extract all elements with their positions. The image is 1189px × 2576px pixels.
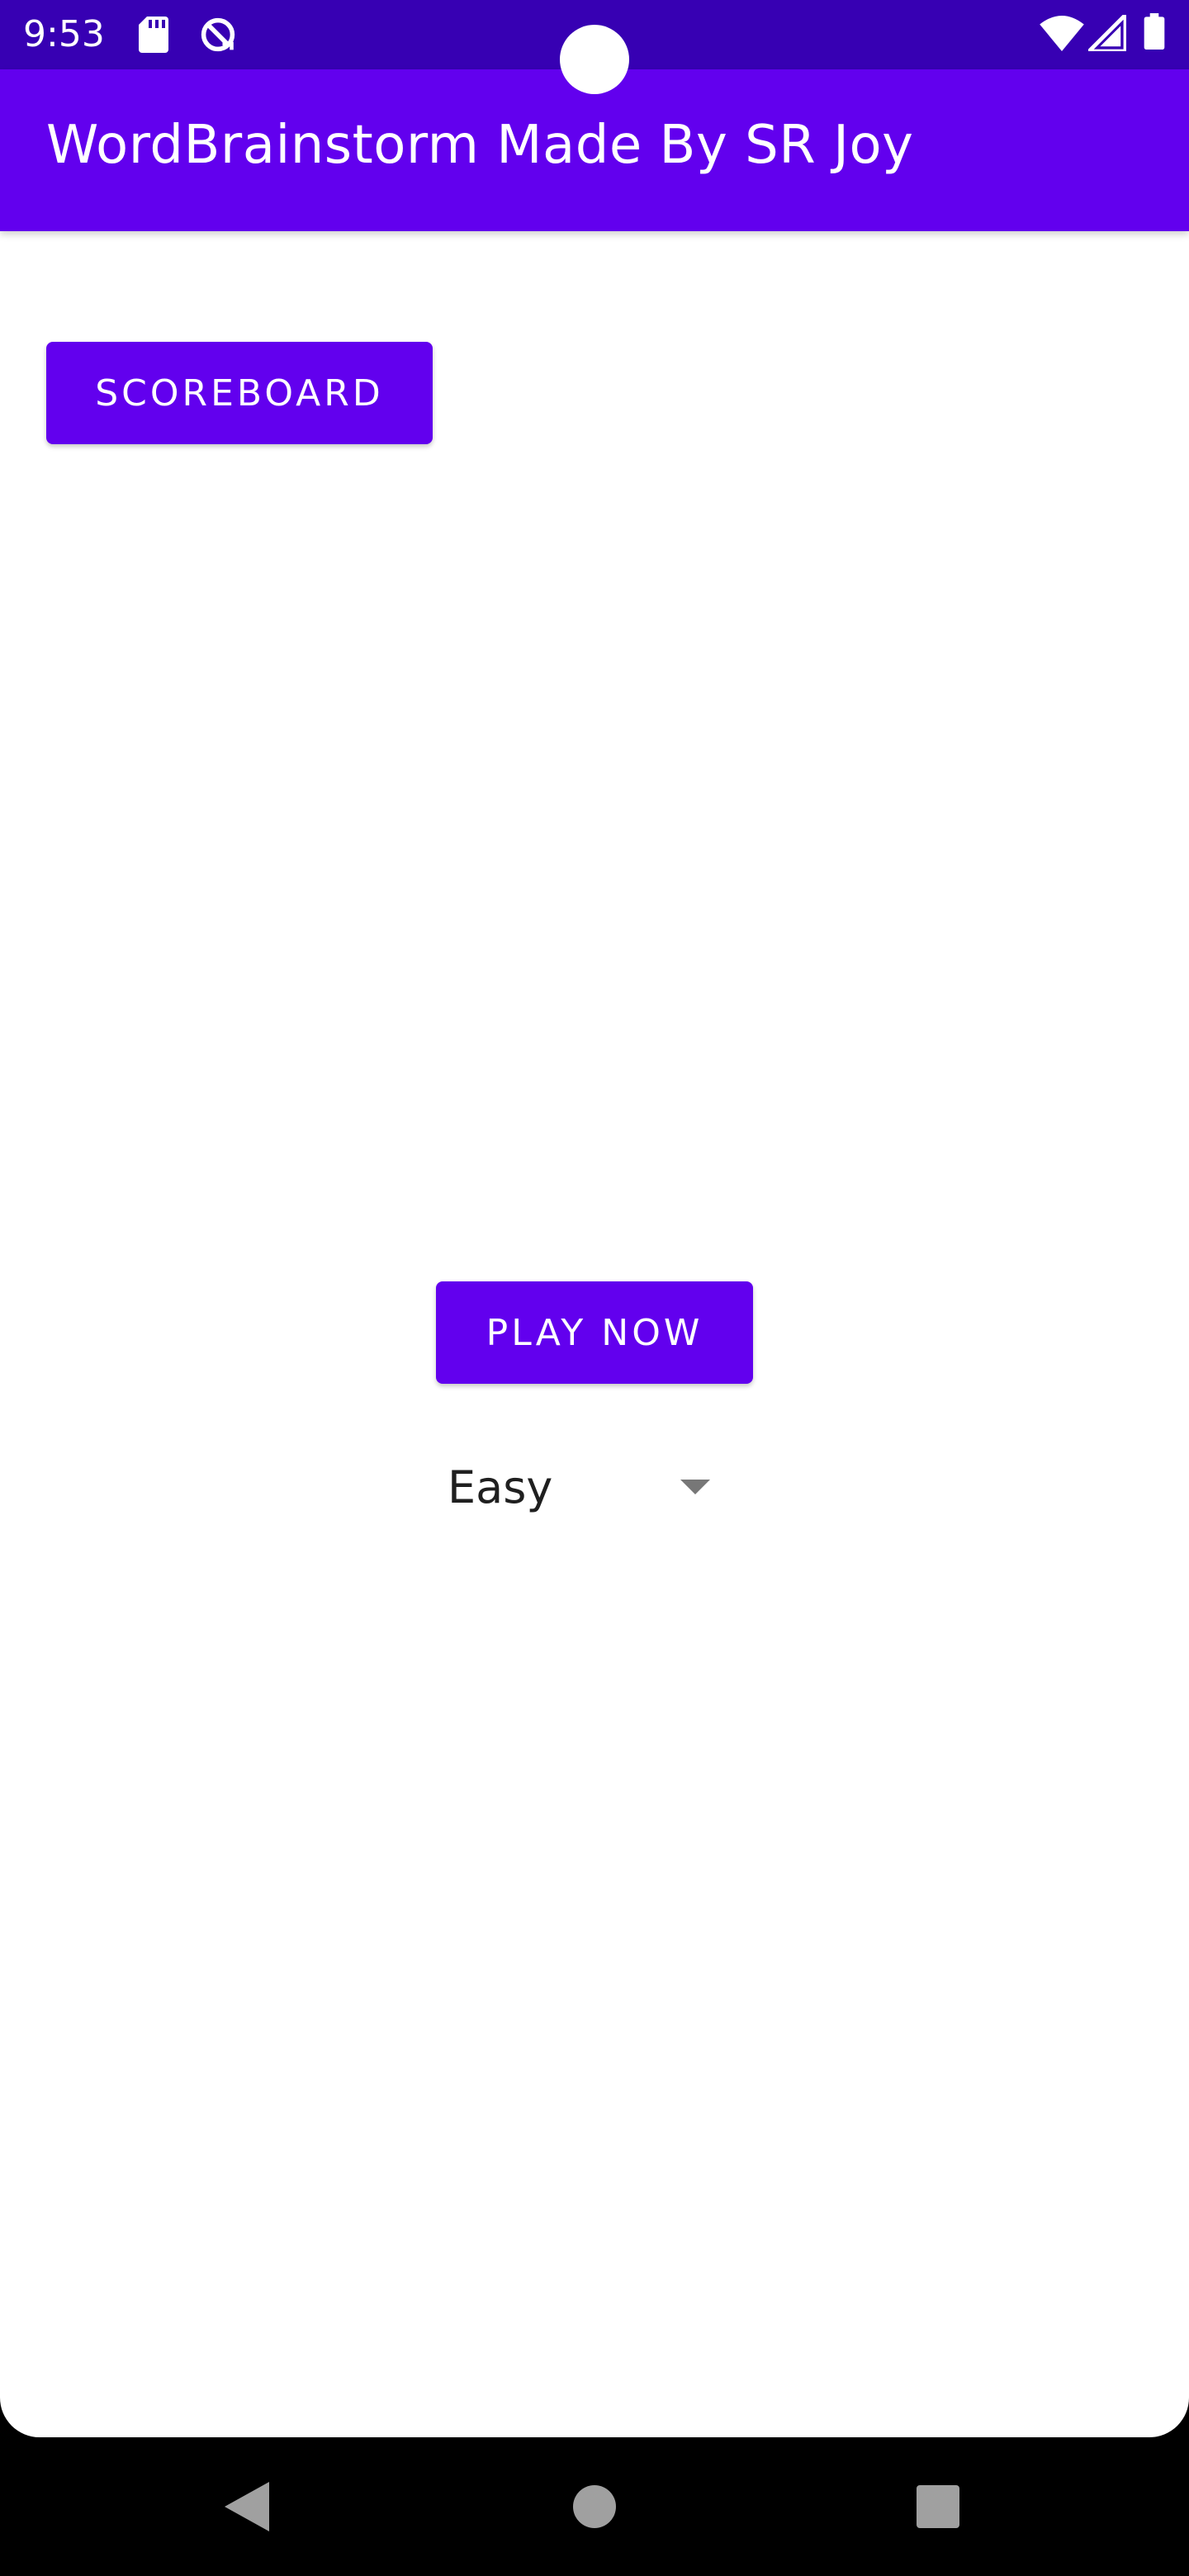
- app-title: WordBrainstorm Made By SR Joy: [46, 115, 914, 176]
- navigation-bar: [0, 2437, 1189, 2576]
- cellular-signal-icon: [1088, 15, 1126, 51]
- no-disturb-sync-icon: [201, 17, 235, 52]
- back-icon[interactable]: [225, 2482, 269, 2531]
- home-icon[interactable]: [573, 2485, 616, 2528]
- status-time: 9:53: [23, 13, 105, 55]
- camera-cutout: [560, 25, 629, 94]
- play-now-button-label: PLAY NOW: [486, 1311, 703, 1354]
- screen-corner-left: [0, 2358, 79, 2437]
- wifi-icon: [1040, 15, 1084, 51]
- recents-icon[interactable]: [917, 2485, 959, 2528]
- difficulty-selected-value: Easy: [448, 1461, 553, 1513]
- scoreboard-button-label: SCOREBOARD: [95, 372, 384, 414]
- sd-card-icon: [139, 17, 168, 53]
- battery-icon: [1144, 13, 1165, 50]
- scoreboard-button[interactable]: SCOREBOARD: [46, 342, 433, 444]
- play-now-button[interactable]: PLAY NOW: [436, 1281, 753, 1384]
- screen-corner-right: [1110, 2358, 1189, 2437]
- dropdown-arrow-icon: [680, 1480, 710, 1494]
- app-screen: 9:53 WordBrainstorm Made By SR Joy SCORE…: [0, 0, 1189, 2576]
- difficulty-dropdown[interactable]: Easy: [436, 1437, 727, 1539]
